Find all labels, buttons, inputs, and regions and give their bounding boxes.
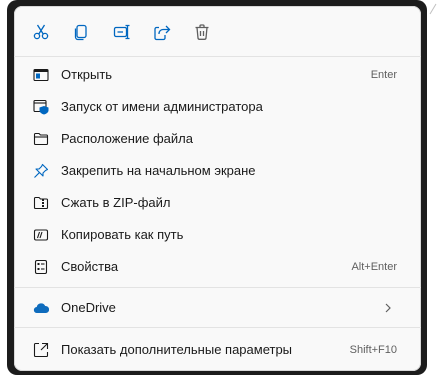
context-menu: Открыть Enter Запуск от имени администра…: [14, 6, 421, 371]
separator: [14, 56, 421, 57]
menu-item-properties[interactable]: Свойства Alt+Enter: [20, 252, 415, 282]
menu-item-label: Открыть: [61, 67, 113, 82]
menu-item-show-more-options[interactable]: Показать дополнительные параметры Shift+…: [20, 335, 415, 365]
corner-mark-icon: [429, 3, 437, 15]
menu-item-zip[interactable]: Сжать в ZIP-файл: [20, 188, 415, 218]
menu-item-label: Запуск от имени администратора: [61, 99, 263, 114]
chevron-right-icon: [385, 303, 391, 313]
menu-item-open[interactable]: Открыть Enter: [20, 60, 415, 90]
properties-icon: [33, 259, 49, 275]
menu-item-run-as-admin[interactable]: Запуск от имени администратора: [20, 92, 415, 122]
menu-item-label: OneDrive: [61, 300, 116, 315]
menu-item-label: Показать дополнительные параметры: [61, 342, 293, 357]
menu-item-shortcut: Shift+F10: [349, 344, 397, 356]
menu-item-copy-as-path[interactable]: Копировать как путь: [20, 220, 415, 250]
rename-icon[interactable]: [110, 20, 134, 44]
menu-item-shortcut: Enter: [370, 69, 397, 81]
menu-item-label: Свойства: [61, 259, 119, 274]
folder-icon: [33, 131, 49, 147]
separator: [14, 287, 421, 288]
zip-icon: [33, 195, 49, 211]
menu-item-label: Сжать в ZIP-файл: [61, 195, 171, 210]
pin-icon: [33, 163, 49, 179]
separator: [14, 327, 421, 328]
copy-icon[interactable]: [69, 20, 93, 44]
menu-item-file-location[interactable]: Расположение файла: [20, 124, 415, 154]
onedrive-cloud-icon: [33, 300, 49, 316]
share-icon[interactable]: [150, 20, 174, 44]
open-app-icon: [33, 67, 49, 83]
menu-item-label: Копировать как путь: [61, 227, 184, 242]
more-options-icon: [33, 342, 49, 358]
menu-item-pin-to-start[interactable]: Закрепить на начальном экране: [20, 156, 415, 186]
menu-item-label: Закрепить на начальном экране: [61, 163, 256, 178]
menu-item-onedrive[interactable]: OneDrive: [20, 293, 415, 323]
cut-icon[interactable]: [29, 20, 53, 44]
menu-item-label: Расположение файла: [61, 131, 193, 146]
copy-path-icon: [33, 227, 49, 243]
menu-item-shortcut: Alt+Enter: [351, 261, 397, 273]
run-as-admin-icon: [33, 99, 49, 115]
context-toolbar: [14, 6, 421, 56]
delete-icon[interactable]: [190, 20, 214, 44]
